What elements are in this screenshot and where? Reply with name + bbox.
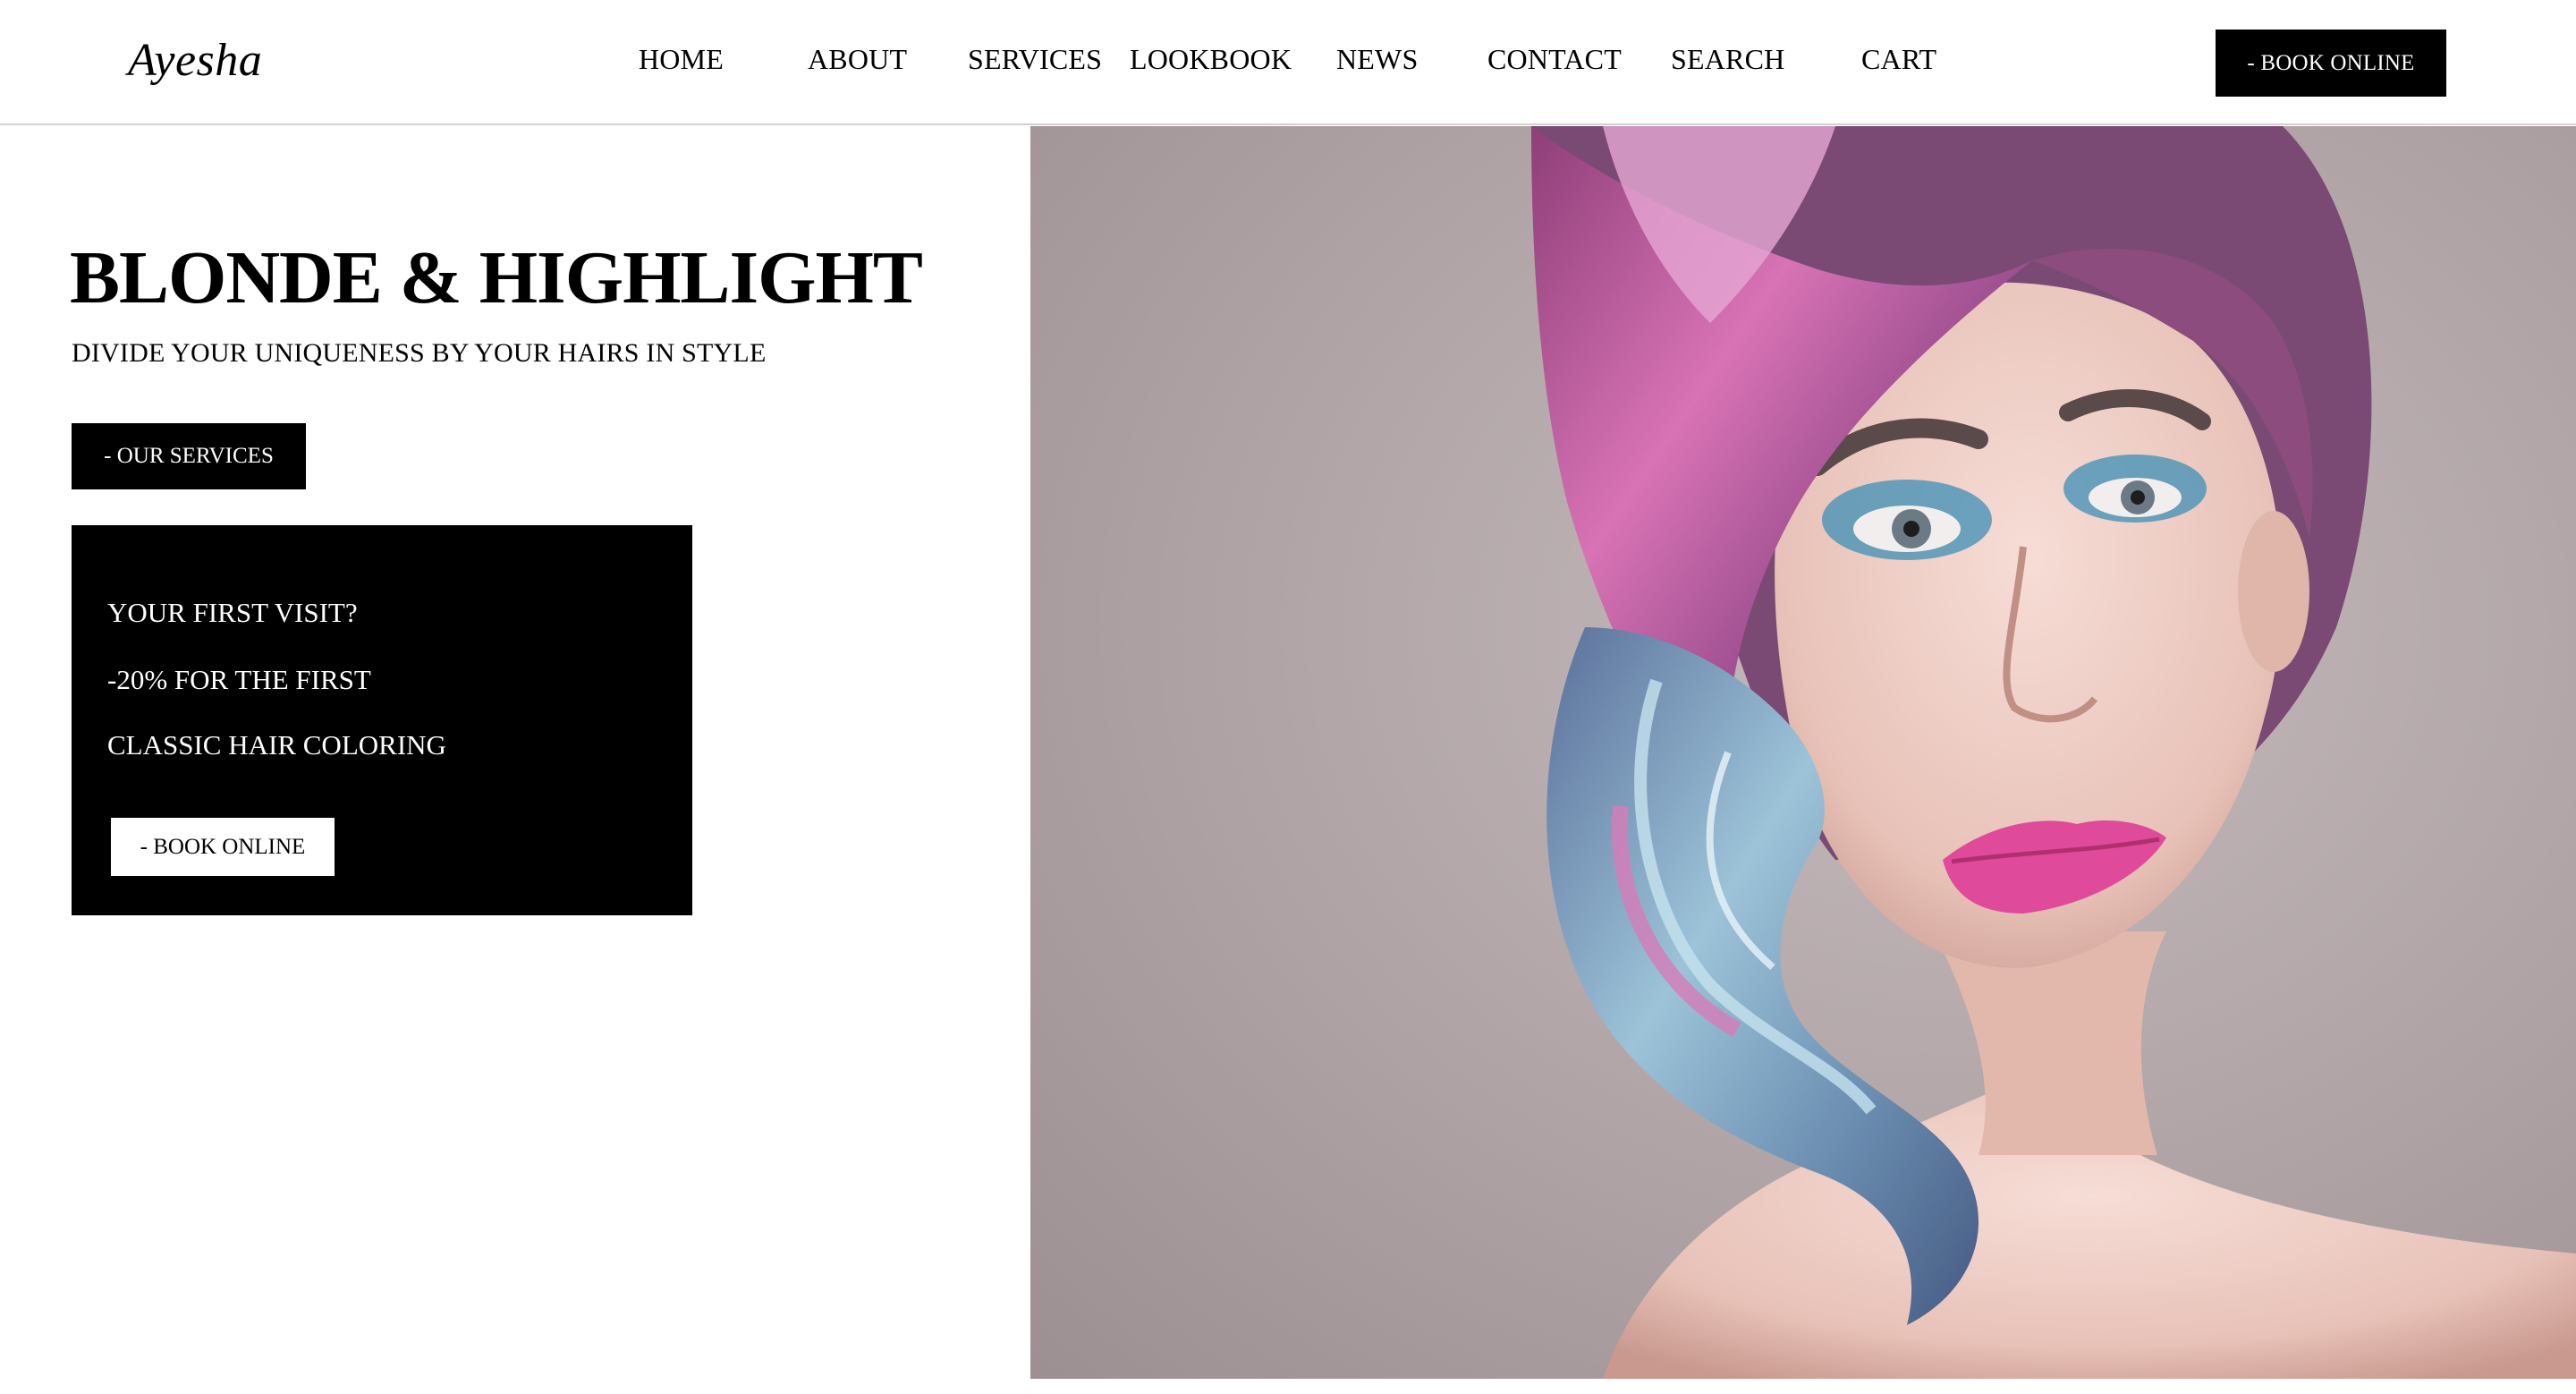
site-header: Ayesha HOME ABOUT SERVICES LOOKBOOK NEWS… xyxy=(0,0,2576,125)
promo-service: CLASSIC HAIR COLORING xyxy=(107,729,446,761)
our-services-button[interactable]: - OUR SERVICES xyxy=(72,423,306,489)
nav-services[interactable]: SERVICES xyxy=(968,43,1102,76)
nav-search[interactable]: SEARCH xyxy=(1671,43,1784,76)
promo-book-online-button[interactable]: - BOOK ONLINE xyxy=(111,818,335,876)
model-photo-illustration xyxy=(1030,126,2576,1379)
hero-subtitle: DIVIDE YOUR UNIQUENESS BY YOUR HAIRS IN … xyxy=(72,338,767,368)
promo-discount: -20% FOR THE FIRST xyxy=(107,664,371,695)
site-logo[interactable]: Ayesha xyxy=(128,34,262,87)
nav-home[interactable]: HOME xyxy=(639,43,724,76)
nav-lookbook[interactable]: LOOKBOOK xyxy=(1130,43,1292,76)
hero-model-photo xyxy=(1030,126,2576,1379)
nav-news[interactable]: NEWS xyxy=(1336,43,1418,76)
nav-contact[interactable]: CONTACT xyxy=(1487,43,1622,76)
hero-title: BLONDE & HIGHLIGHT xyxy=(70,236,923,319)
first-visit-promo: YOUR FIRST VISIT? -20% FOR THE FIRST CLA… xyxy=(72,525,692,915)
nav-cart[interactable]: CART xyxy=(1861,43,1936,76)
book-online-button[interactable]: - BOOK ONLINE xyxy=(2216,30,2446,97)
promo-heading: YOUR FIRST VISIT? xyxy=(107,597,358,628)
nav-about[interactable]: ABOUT xyxy=(808,43,907,76)
